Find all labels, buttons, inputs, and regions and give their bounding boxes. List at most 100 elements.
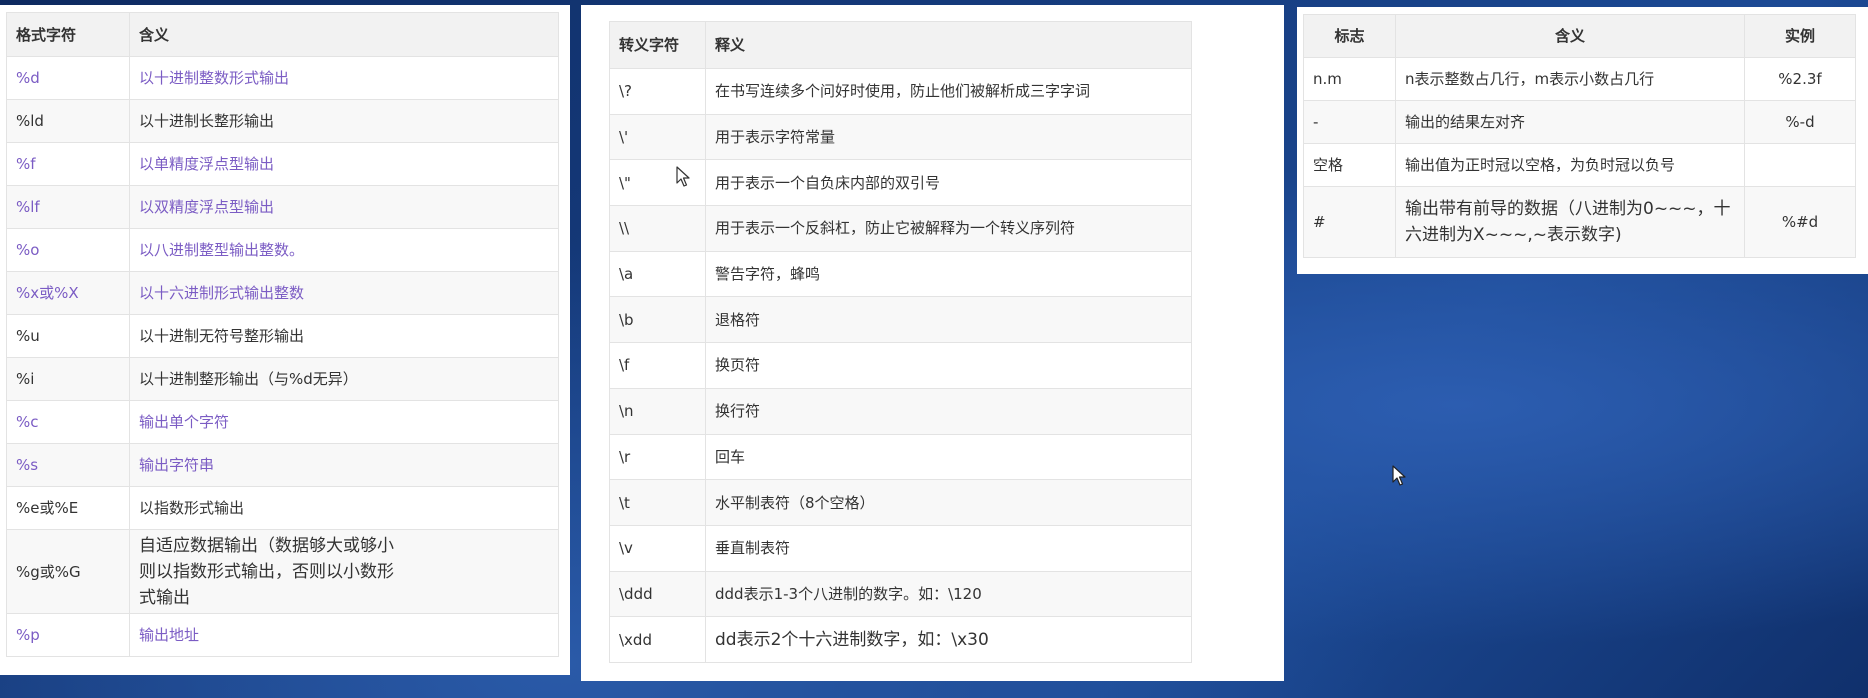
flag-meaning: 输出值为正时冠以空格，为负时冠以负号 [1395,143,1745,187]
format-meaning: 以十进制整形输出（与%d无异） [129,357,559,401]
table-row: %d 以十进制整数形式输出 [6,56,559,100]
format-meaning-link[interactable]: 以单精度浮点型输出 [129,142,559,186]
table-row: %lf 以双精度浮点型输出 [6,185,559,229]
table-header-row: 格式字符 含义 [6,12,559,57]
escape-meaning: 用于表示一个自负床内部的双引号 [705,159,1192,207]
escape-code: \f [609,342,706,389]
format-flags-table: 标志 含义 实例 n.m n表示整数占几行，m表示小数占几行 %2.3f - 输… [1303,14,1856,258]
escape-code: \r [609,433,706,481]
column-header-explanation: 释义 [705,21,1192,69]
escape-meaning: 退格符 [705,296,1192,344]
escape-code: \? [609,68,706,115]
escape-characters-panel: 转义字符 释义 \? 在书写连续多个问好时使用，防止他们被解析成三字字词 \' … [581,5,1284,681]
table-row: - 输出的结果左对齐 %-d [1303,100,1856,144]
flag-symbol: n.m [1303,57,1396,101]
table-row: \\ 用于表示一个反斜杠，防止它被解释为一个转义序列符 [609,205,1192,252]
format-code-link[interactable]: %lf [6,185,130,229]
table-row: %p 输出地址 [6,613,559,657]
escape-meaning: 换页符 [705,342,1192,389]
format-code-link[interactable]: %o [6,228,130,272]
format-meaning-link[interactable]: 输出字符串 [129,443,559,487]
format-code: %e或%E [6,486,130,530]
escape-code: \\ [609,205,706,252]
table-row: # 输出带有前导的数据（八进制为0~~~，十六进制为X~~~,~表示数字) %#… [1303,186,1856,258]
escape-meaning: 在书写连续多个问好时使用，防止他们被解析成三字字词 [705,68,1192,115]
table-header-row: 标志 含义 实例 [1303,14,1856,58]
table-row: \r 回车 [609,433,1192,481]
format-code: %ld [6,99,130,143]
format-meaning-link[interactable]: 以双精度浮点型输出 [129,185,559,229]
flag-meaning: 输出带有前导的数据（八进制为0~~~，十六进制为X~~~,~表示数字) [1395,186,1745,258]
escape-meaning: 用于表示字符常量 [705,113,1192,161]
table-row: \v 垂直制表符 [609,524,1192,572]
format-meaning: 以指数形式输出 [129,486,559,530]
escape-meaning: ddd表示1-3个八进制的数字。如：\120 [705,570,1192,618]
format-code-link[interactable]: %f [6,142,130,186]
format-characters-table: 格式字符 含义 %d 以十进制整数形式输出 %ld 以十进制长整形输出 %f 以… [6,12,559,657]
flag-symbol: # [1303,186,1396,258]
table-row: %c 输出单个字符 [6,400,559,444]
column-header-escape-character: 转义字符 [609,21,706,69]
table-row: %g或%G 自适应数据输出（数据够大或够小则以指数形式输出，否则以小数形式输出 [6,529,559,614]
escape-characters-table: 转义字符 释义 \? 在书写连续多个问好时使用，防止他们被解析成三字字词 \' … [609,21,1192,663]
flag-symbol: 空格 [1303,143,1396,187]
column-header-format-character: 格式字符 [6,12,130,57]
format-code: %g或%G [6,529,130,614]
table-row: %u 以十进制无符号整形输出 [6,314,559,358]
table-row: \? 在书写连续多个问好时使用，防止他们被解析成三字字词 [609,68,1192,115]
escape-meaning: 垂直制表符 [705,524,1192,572]
column-header-flag: 标志 [1303,14,1396,58]
escape-meaning: 用于表示一个反斜杠，防止它被解释为一个转义序列符 [705,205,1192,252]
table-row: \ddd ddd表示1-3个八进制的数字。如：\120 [609,570,1192,618]
table-row: \b 退格符 [609,296,1192,344]
format-characters-panel: 格式字符 含义 %d 以十进制整数形式输出 %ld 以十进制长整形输出 %f 以… [0,5,570,675]
format-meaning-link[interactable]: 以八进制整型输出整数。 [129,228,559,272]
format-code: %u [6,314,130,358]
table-row: \n 换行符 [609,387,1192,435]
escape-code: \a [609,250,706,298]
table-row: \f 换页符 [609,342,1192,389]
escape-meaning: 警告字符，蜂鸣 [705,250,1192,298]
format-code-link[interactable]: %p [6,613,130,657]
format-meaning-link[interactable]: 以十进制整数形式输出 [129,56,559,100]
table-row: %e或%E 以指数形式输出 [6,486,559,530]
format-meaning: 以十进制长整形输出 [129,99,559,143]
escape-code: \b [609,296,706,344]
column-header-meaning: 含义 [1395,14,1745,58]
format-code-link[interactable]: %x或%X [6,271,130,315]
table-row: %f 以单精度浮点型输出 [6,142,559,186]
format-meaning: 以十进制无符号整形输出 [129,314,559,358]
format-meaning-link[interactable]: 以十六进制形式输出整数 [129,271,559,315]
format-code-link[interactable]: %d [6,56,130,100]
format-meaning: 自适应数据输出（数据够大或够小则以指数形式输出，否则以小数形式输出 [129,529,559,614]
flag-example [1744,143,1856,187]
format-flags-panel: 标志 含义 实例 n.m n表示整数占几行，m表示小数占几行 %2.3f - 输… [1297,7,1868,274]
format-meaning-link[interactable]: 输出单个字符 [129,400,559,444]
escape-code: \ddd [609,570,706,618]
table-header-row: 转义字符 释义 [609,21,1192,69]
table-row: \a 警告字符，蜂鸣 [609,250,1192,298]
format-code-link[interactable]: %c [6,400,130,444]
table-row: n.m n表示整数占几行，m表示小数占几行 %2.3f [1303,57,1856,101]
format-meaning-link[interactable]: 输出地址 [129,613,559,657]
table-row: %ld 以十进制长整形输出 [6,99,559,143]
escape-code: \v [609,524,706,572]
table-row: 空格 输出值为正时冠以空格，为负时冠以负号 [1303,143,1856,187]
table-row: \t 水平制表符（8个空格） [609,479,1192,526]
table-row: %o 以八进制整型输出整数。 [6,228,559,272]
mouse-cursor-icon [1392,465,1406,486]
format-code: %i [6,357,130,401]
format-code-link[interactable]: %s [6,443,130,487]
escape-code: \xdd [609,616,706,663]
table-row: \' 用于表示字符常量 [609,113,1192,161]
escape-meaning: 水平制表符（8个空格） [705,479,1192,526]
table-row: %x或%X 以十六进制形式输出整数 [6,271,559,315]
flag-meaning: 输出的结果左对齐 [1395,100,1745,144]
flag-meaning: n表示整数占几行，m表示小数占几行 [1395,57,1745,101]
table-row: %i 以十进制整形输出（与%d无异） [6,357,559,401]
mouse-cursor-icon [676,166,690,187]
escape-code: \t [609,479,706,526]
escape-code: \n [609,387,706,435]
table-row: \" 用于表示一个自负床内部的双引号 [609,159,1192,207]
flag-example: %-d [1744,100,1856,144]
